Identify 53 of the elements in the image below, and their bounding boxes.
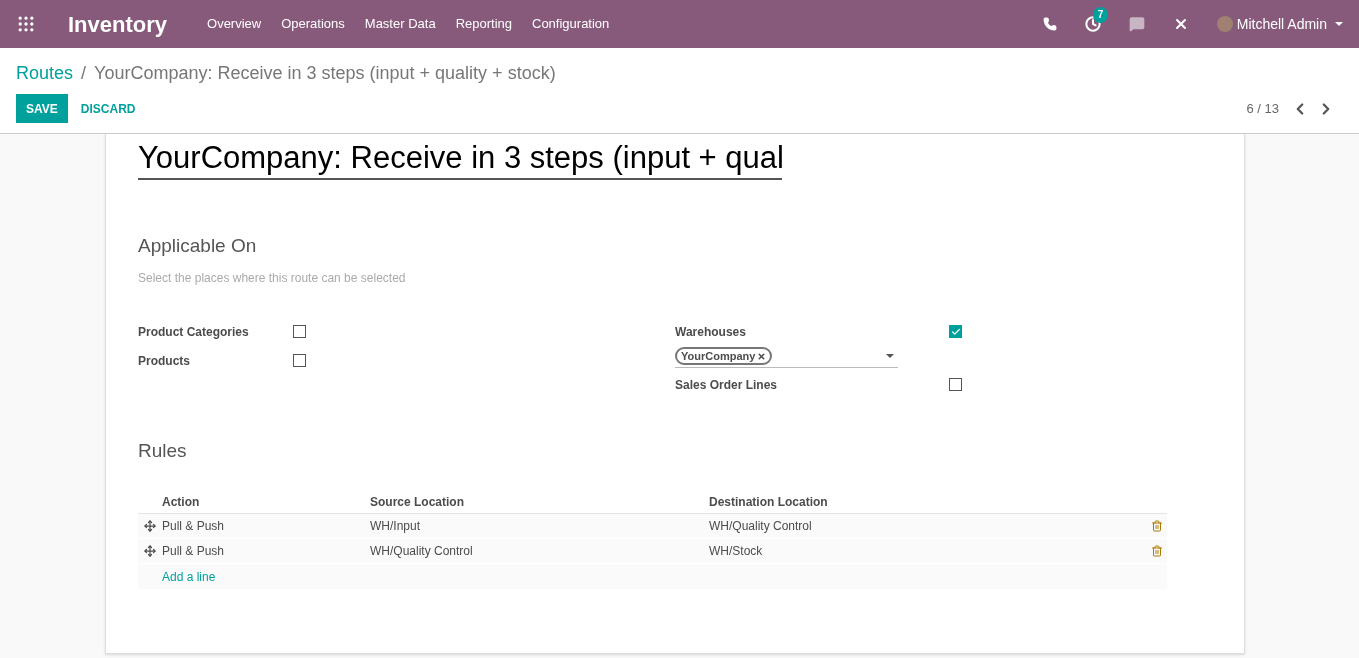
name-field[interactable]: YourCompany: Receive in 3 steps (input + qual <box>138 138 782 180</box>
section-title: Rules <box>138 438 188 463</box>
apps-menu-icon[interactable] <box>16 14 36 34</box>
checkbox[interactable] <box>949 378 962 391</box>
add-line-link[interactable]: Add a line <box>162 567 216 586</box>
breadcrumb-current: YourCompany: Receive in 3 steps (input + quality + stock) <box>94 62 556 85</box>
menu-item[interactable]: Operations <box>281 14 345 34</box>
breadcrumb-link[interactable]: Routes <box>16 60 74 87</box>
menu-item[interactable]: Configuration <box>532 14 610 34</box>
section-title: Applicable On <box>138 234 258 258</box>
table-cell-text: WH/Input <box>370 518 421 535</box>
check-icon <box>950 326 961 337</box>
save-button[interactable]: SAVE <box>16 94 68 123</box>
table-cell-text: Pull & Push <box>162 518 226 535</box>
tag-label: YourCompany <box>681 349 756 363</box>
table-cell-text: WH/Stock <box>709 543 763 560</box>
activity-count-badge: 7 <box>1092 7 1109 23</box>
delete-icon[interactable] <box>1151 545 1163 557</box>
discard-button[interactable]: DISCARD <box>67 94 149 123</box>
checkbox[interactable] <box>293 354 306 367</box>
field-label: Products <box>138 352 191 370</box>
menu-item[interactable]: Overview <box>207 14 262 34</box>
field-label: Product Categories <box>138 323 250 341</box>
section-help-text: Select the places where this route can be selected <box>138 269 407 287</box>
table-cell-text: WH/Quality Control <box>370 543 474 560</box>
table-cell-text: Pull & Push <box>162 543 226 560</box>
column-header: Action <box>162 493 201 511</box>
menu-item[interactable]: Master Data <box>364 14 436 34</box>
chat-icon[interactable] <box>1128 16 1145 32</box>
table-row[interactable]: Pull & Push WH/Quality Control WH/Stock <box>138 539 1167 564</box>
avatar <box>1216 16 1233 32</box>
delete-icon[interactable] <box>1151 520 1163 532</box>
table-row[interactable]: Pull & Push WH/Input WH/Quality Control <box>138 514 1167 539</box>
column-header: Destination Location <box>709 493 828 511</box>
breadcrumb-separator: / <box>81 62 87 85</box>
checkbox[interactable] <box>293 325 306 338</box>
caret-icon <box>1335 22 1343 26</box>
field-label: Sales Order Lines <box>675 376 779 394</box>
dropdown-caret-icon[interactable] <box>886 354 894 358</box>
drag-handle-icon[interactable] <box>144 520 156 532</box>
field-label: Warehouses <box>675 323 747 341</box>
checkbox[interactable] <box>949 325 962 338</box>
app-name: Inventory <box>68 10 168 39</box>
phone-icon[interactable] <box>1042 17 1057 31</box>
drag-handle-icon[interactable] <box>144 545 156 557</box>
activity-icon[interactable] <box>1084 16 1101 32</box>
warehouses-field[interactable]: YourCompany <box>675 345 898 368</box>
column-header: Source Location <box>370 493 465 511</box>
user-name[interactable]: Mitchell Admin <box>1236 13 1327 35</box>
pager-value: 6 / 13 <box>1246 99 1279 118</box>
remove-icon[interactable] <box>757 351 767 361</box>
menu-item[interactable]: Reporting <box>455 14 512 34</box>
table-cell-text: WH/Quality Control <box>709 518 812 535</box>
